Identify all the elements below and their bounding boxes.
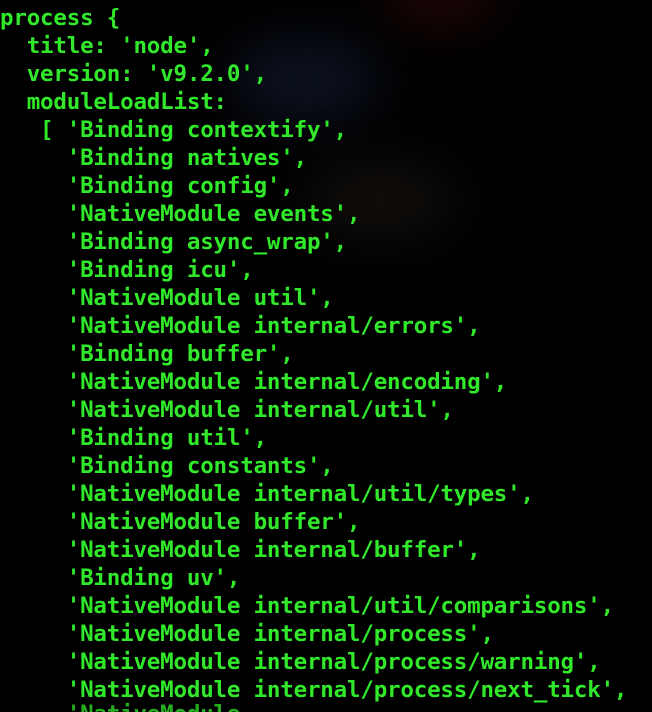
terminal-line: 'NativeModule internal/encoding', — [0, 369, 508, 395]
terminal-line: title: 'node', — [0, 33, 214, 59]
terminal-line: 'NativeModule buffer', — [0, 509, 361, 535]
terminal-line: 'NativeModule internal/util/comparisons'… — [0, 593, 614, 619]
terminal-line: 'Binding icu', — [0, 257, 254, 283]
terminal-line: 'NativeModule util', — [0, 285, 334, 311]
terminal-line: moduleLoadList: — [0, 89, 227, 115]
terminal-line: 'Binding util', — [0, 425, 267, 451]
terminal-line: 'NativeModule events', — [0, 201, 361, 227]
terminal-line: [ 'Binding contextify', — [0, 117, 347, 143]
background-blur — [380, 0, 500, 20]
terminal-window[interactable]: process { title: 'node', version: 'v9.2.… — [0, 0, 652, 712]
terminal-line: 'Binding config', — [0, 173, 294, 199]
terminal-line: 'NativeModule internal/util', — [0, 397, 454, 423]
terminal-line: 'Binding uv', — [0, 565, 241, 591]
terminal-line: process { — [0, 5, 121, 31]
terminal-line: 'NativeModule internal/buffer', — [0, 537, 481, 563]
terminal-line: 'NativeModule internal/util/types', — [0, 481, 534, 507]
terminal-line: 'Binding async_wrap', — [0, 229, 347, 255]
terminal-line: 'NativeModule internal/process/warning', — [0, 649, 601, 675]
terminal-line: 'Binding constants', — [0, 453, 334, 479]
terminal-line: 'Binding natives', — [0, 145, 307, 171]
terminal-line-partial: 'NativeModule — [0, 700, 241, 712]
terminal-line: 'Binding buffer', — [0, 341, 294, 367]
terminal-line: 'NativeModule internal/process', — [0, 621, 494, 647]
terminal-line: 'NativeModule internal/errors', — [0, 313, 481, 339]
terminal-line: version: 'v9.2.0', — [0, 61, 267, 87]
